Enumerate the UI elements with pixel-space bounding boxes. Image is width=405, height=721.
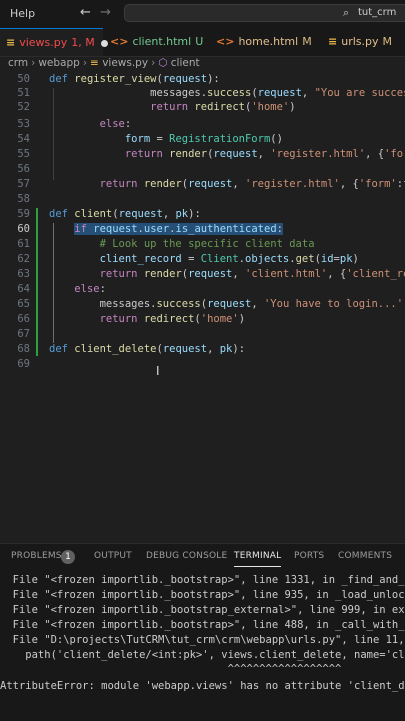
terminal-line: path('client_delete/<int:pk>', views.cli… (0, 649, 405, 661)
code-text[interactable]: def register_view(request): (49, 73, 220, 85)
code-text[interactable]: return render(request, 'client.html', {'… (49, 268, 405, 280)
menu-help[interactable]: Help (10, 7, 35, 20)
code-text[interactable]: client_record = Client.objects.get(id=pk… (49, 253, 359, 265)
line-number: 67 (17, 328, 30, 340)
tab-status: M (302, 35, 312, 48)
terminal-line: AttributeError: module 'webapp.views' ha… (0, 680, 405, 692)
code-text[interactable]: return redirect('home') (49, 313, 245, 325)
code-editor[interactable]: 50 def register_view(request): 51 messages… (0, 73, 405, 543)
line-number: 59 (17, 208, 30, 220)
line-number: 51 (17, 87, 30, 99)
unsaved-dot-icon[interactable] (100, 39, 108, 47)
forward-arrow-icon[interactable]: → (100, 5, 111, 20)
html-file-icon: <> (110, 35, 129, 48)
code-text[interactable]: return redirect('home') (49, 101, 295, 113)
line-number: 65 (17, 298, 30, 310)
python-file-icon: ≡ (328, 35, 338, 48)
tab-urls-py[interactable]: ≡ urls.py M (328, 28, 405, 56)
code-text[interactable]: form = RegistrationForm() (49, 133, 283, 145)
terminal-line: ^^^^^^^^^^^^^^^^^^ (0, 663, 342, 675)
terminal-line: File "D:\projects\TutCRM\tut_crm\crm\web… (0, 634, 405, 646)
tab-terminal[interactable]: TERMINAL (234, 551, 282, 567)
chevron-right-icon: › (151, 57, 156, 69)
tab-label: home.html (238, 35, 299, 48)
tab-status: U (195, 35, 204, 48)
line-number: 57 (17, 178, 30, 190)
line-number: 63 (17, 268, 30, 280)
line-number: 64 (17, 283, 30, 295)
bottom-panel: PROBLEMS 1 OUTPUT DEBUG CONSOLE TERMINAL… (0, 543, 405, 721)
line-number: 56 (17, 163, 30, 175)
line-number: 68 (17, 343, 30, 355)
title-bar: Help ← → ⌕ tut_crm (0, 0, 405, 28)
line-number: 61 (17, 238, 30, 250)
line-number: 66 (17, 313, 30, 325)
tab-comments[interactable]: COMMENTS (338, 551, 392, 561)
mouse-cursor-icon: I (156, 364, 160, 378)
line-number: 52 (17, 101, 30, 113)
search-label: tut_crm (358, 7, 397, 18)
tab-problems[interactable]: PROBLEMS (11, 551, 62, 561)
code-text[interactable]: # Look up the specific client data (49, 238, 315, 250)
breadcrumb-item-client[interactable]: client (171, 57, 200, 69)
terminal-output[interactable]: File "<frozen importlib._bootstrap>", li… (0, 574, 405, 721)
symbol-method-icon: ⬡ (158, 57, 168, 69)
code-text[interactable]: messages.success(request, 'You have to l… (49, 298, 405, 310)
chevron-right-icon: › (31, 57, 36, 69)
line-number: 54 (17, 133, 30, 145)
tab-client-html[interactable]: <> client.html U (110, 28, 206, 56)
terminal-line: File "<frozen importlib._bootstrap_exter… (0, 604, 405, 616)
tab-ports[interactable]: PORTS (294, 551, 324, 561)
tab-status: 1, M (71, 36, 95, 49)
line-number: 60 (17, 223, 30, 235)
terminal-line: File "<frozen importlib._bootstrap>", li… (0, 619, 405, 631)
python-file-icon: ≡ (90, 57, 99, 69)
breadcrumb-item-webapp[interactable]: webapp (38, 57, 79, 69)
line-number: 53 (17, 118, 30, 130)
terminal-line: File "<frozen importlib._bootstrap>", li… (0, 574, 405, 586)
tab-home-html[interactable]: <> home.html M (216, 28, 312, 56)
line-number: 58 (17, 193, 30, 205)
code-text[interactable]: messages.success(request, "You are succe… (49, 87, 405, 99)
tab-views-py[interactable]: ≡ views.py 1, M (0, 28, 108, 56)
breadcrumb: crm › webapp › ≡ views.py › ⬡ client (0, 57, 405, 73)
line-number: 50 (17, 73, 30, 85)
code-text[interactable]: return render(request, 'register.html', … (49, 148, 405, 160)
tab-label: urls.py (341, 35, 379, 48)
problems-count-badge: 1 (61, 550, 75, 564)
tab-label: client.html (132, 35, 192, 48)
command-center-search[interactable]: ⌕ tut_crm (124, 4, 405, 22)
tab-label: views.py (19, 36, 68, 49)
tab-debug-console[interactable]: DEBUG CONSOLE (146, 551, 227, 561)
code-text[interactable]: if request.user.is_authenticated: (49, 223, 283, 235)
search-icon: ⌕ (343, 6, 350, 19)
line-number: 62 (17, 253, 30, 265)
chevron-right-icon: › (82, 57, 88, 69)
tab-output[interactable]: OUTPUT (94, 551, 132, 561)
breadcrumb-item-views-py[interactable]: views.py (102, 57, 148, 69)
terminal-line: File "<frozen importlib._bootstrap>", li… (0, 589, 405, 601)
code-text[interactable] (49, 358, 74, 370)
tab-status: M (382, 35, 393, 48)
html-file-icon: <> (216, 35, 235, 48)
code-text[interactable]: def client_delete(request, pk): (49, 343, 245, 355)
line-number: 55 (17, 148, 30, 160)
code-text[interactable]: def client(request, pk): (49, 208, 201, 220)
breadcrumb-item-crm[interactable]: crm (8, 57, 28, 69)
code-text[interactable]: else: (49, 283, 106, 295)
editor-tabs: ≡ views.py 1, M <> client.html U <> home.html… (0, 28, 405, 57)
git-change-indicator (36, 208, 38, 356)
line-number: 69 (17, 358, 30, 370)
code-text[interactable]: return render(request, 'register.html', … (49, 178, 405, 190)
panel-tabs: PROBLEMS 1 OUTPUT DEBUG CONSOLE TERMINAL… (0, 544, 405, 570)
code-text[interactable]: else: (49, 118, 132, 130)
back-arrow-icon[interactable]: ← (80, 5, 91, 20)
python-file-icon: ≡ (6, 36, 16, 49)
